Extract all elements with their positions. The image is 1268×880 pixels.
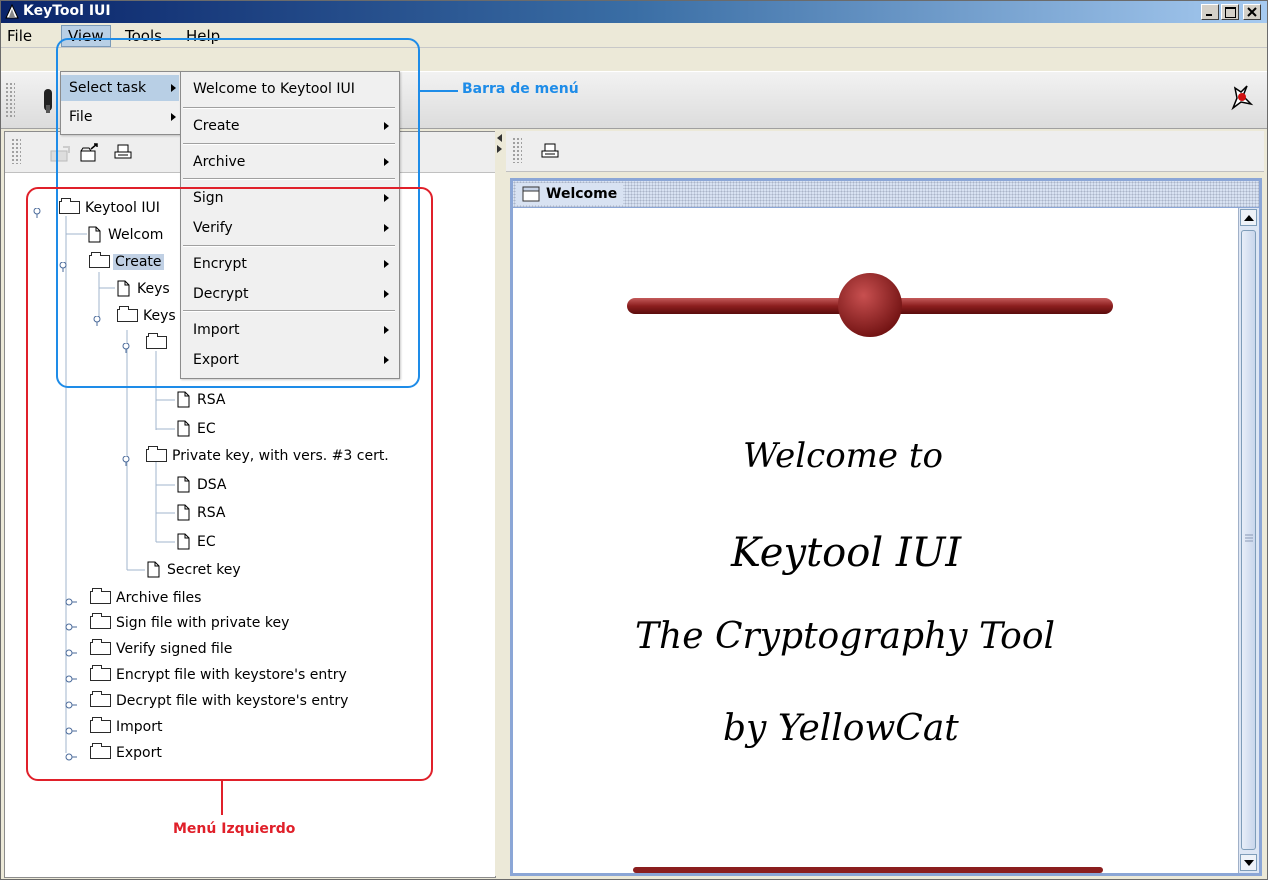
welcome-content: Welcome to Keytool IUI The Cryptography … — [513, 208, 1238, 873]
frame-title-text: Welcome — [546, 186, 618, 202]
duke-mascot-icon — [1231, 85, 1254, 111]
close-button[interactable] — [1243, 4, 1261, 20]
frame-icon — [522, 186, 540, 202]
split-pane-divider[interactable] — [495, 131, 505, 876]
app-icon — [5, 4, 19, 19]
thumb-grip-icon — [1245, 534, 1253, 542]
print-icon[interactable] — [540, 143, 560, 161]
minimize-button[interactable] — [1201, 4, 1219, 20]
banner-bottom-ornament — [633, 867, 1103, 873]
welcome-internal-frame: Welcome Welcome to Keytool IUI The Crypt… — [510, 178, 1262, 876]
left-menu-annotation-label: Menú Izquierdo — [173, 821, 296, 837]
left-menu-annotation-line — [221, 779, 223, 815]
welcome-line-1: Welcome to — [743, 436, 943, 476]
menu-bar-annotation-line — [418, 90, 458, 92]
right-panel: Welcome Welcome to Keytool IUI The Crypt… — [506, 131, 1264, 876]
scroll-thumb[interactable] — [1241, 230, 1256, 850]
internal-frame-title: Welcome — [516, 183, 624, 205]
arrow-up-icon — [1244, 215, 1254, 221]
banner-ornament — [627, 273, 1113, 337]
welcome-line-2: Keytool IUI — [731, 530, 962, 576]
title-bar: KeyTool IUI — [1, 1, 1267, 23]
welcome-line-3: The Cryptography Tool — [635, 616, 1056, 657]
right-toolbar-grip[interactable] — [512, 137, 522, 163]
keytool-window: KeyTool IUI File View Tools Help Keytool… — [0, 0, 1268, 880]
collapse-arrows-icon[interactable] — [496, 133, 504, 155]
right-toolbar — [506, 131, 1264, 172]
menu-file[interactable]: File — [1, 26, 38, 46]
key-icon[interactable] — [41, 87, 55, 115]
maximize-button[interactable] — [1221, 4, 1239, 20]
close-icon — [1247, 7, 1257, 17]
scroll-up-button[interactable] — [1240, 209, 1257, 226]
internal-frame-titlebar[interactable]: Welcome — [513, 181, 1259, 208]
menu-bar-annotation-label: Barra de menú — [462, 81, 579, 97]
scroll-down-button[interactable] — [1240, 854, 1257, 871]
window-title: KeyTool IUI — [23, 3, 111, 19]
arrow-down-icon — [1244, 860, 1254, 866]
welcome-line-4: by YellowCat — [723, 708, 959, 749]
toolbar-grip[interactable] — [5, 82, 15, 118]
left-menu-annotation-box — [26, 187, 433, 781]
vertical-scrollbar[interactable] — [1238, 208, 1259, 873]
